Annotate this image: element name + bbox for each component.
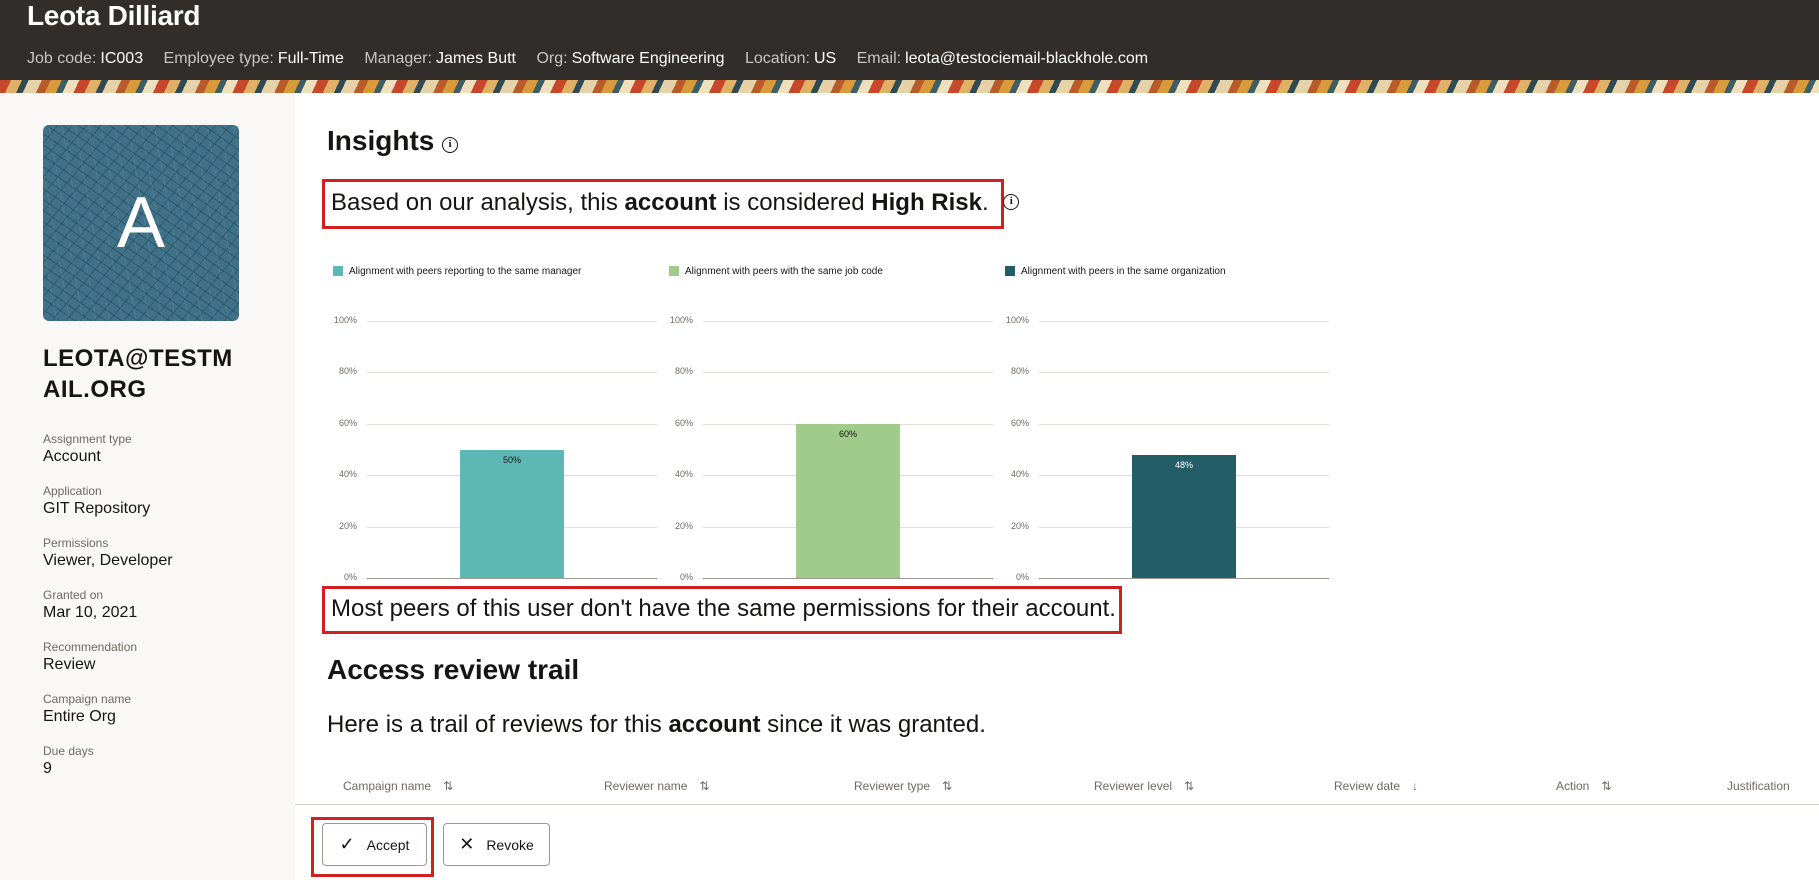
insights-heading: Insights i — [327, 125, 458, 157]
y-tick-label: 100% — [669, 315, 693, 325]
y-tick-label: 40% — [1010, 469, 1029, 480]
x-axis-line — [703, 578, 993, 579]
gridline — [367, 372, 657, 374]
avatar: A — [43, 125, 239, 321]
access-review-trail-heading: Access review trail — [327, 654, 580, 685]
y-tick-label: 60% — [1010, 417, 1029, 428]
chart-bar[interactable] — [1132, 454, 1236, 578]
trail-description: Here is a trail of reviews for this acco… — [327, 711, 986, 738]
column-reviewer-type[interactable]: Reviewer type ⇅ — [854, 779, 952, 793]
gridline — [367, 423, 657, 425]
y-tick-label: 80% — [338, 366, 357, 377]
gridline — [703, 321, 993, 322]
gridline — [1039, 423, 1329, 425]
review-trail-table-header: Campaign name ⇅ Reviewer name ⇅ Reviewer t… — [295, 771, 1819, 805]
column-reviewer-name[interactable]: Reviewer name ⇅ — [604, 779, 709, 793]
page-header: Leota Dilliard Job code: IC003 Employee t… — [0, 0, 1819, 80]
column-reviewer-level[interactable]: Reviewer level ⇅ — [1094, 779, 1194, 793]
sort-icon[interactable]: ⇅ — [699, 779, 709, 793]
column-campaign-name[interactable]: Campaign name ⇅ — [343, 779, 453, 793]
detail-permissions: Permissions Viewer, Developer — [43, 536, 173, 569]
detail-granted-on: Granted on Mar 10, 2021 — [43, 588, 138, 621]
detail-application: Application GIT Repository — [43, 484, 151, 517]
bar-value-label: 60% — [838, 428, 857, 439]
column-review-date[interactable]: Review date ↓ — [1334, 779, 1418, 793]
chart-bar[interactable] — [796, 423, 900, 578]
y-tick-label: 60% — [338, 417, 357, 428]
account-id: LEOTA@TESTMAIL.ORG — [43, 345, 233, 403]
gridline — [1039, 321, 1329, 322]
avatar-letter: A — [116, 183, 166, 263]
y-tick-label: 80% — [1010, 366, 1029, 377]
chart-legend: Alignment with peers in the same organiz… — [1005, 266, 1226, 277]
y-tick-label: 100% — [333, 315, 357, 325]
risk-info-icon[interactable]: i — [1003, 193, 1020, 210]
detail-recommendation: Recommendation Review — [43, 640, 138, 673]
meta-org: Org: Software Engineering — [536, 50, 725, 67]
info-icon[interactable]: i — [442, 137, 458, 153]
detail-campaign-name: Campaign name Entire Org — [43, 692, 132, 725]
x-axis-line — [367, 578, 657, 579]
check-icon: ✓ — [339, 834, 355, 854]
employee-meta: Job code: IC003 Employee type: Full-Time M… — [27, 50, 1164, 68]
detail-assignment-type: Assignment type Account — [43, 432, 132, 465]
meta-manager: Manager: James Butt — [364, 50, 516, 67]
y-tick-label: 20% — [1010, 520, 1029, 531]
revoke-button[interactable]: ✕ Revoke — [443, 823, 550, 866]
bar-value-label: 48% — [1174, 459, 1193, 470]
y-tick-label: 20% — [338, 520, 357, 531]
legend-swatch — [669, 266, 679, 277]
main-content: Insights i Based on our analysis, this a… — [295, 93, 1819, 880]
y-tick-label: 100% — [1005, 315, 1029, 325]
decorative-banner — [0, 80, 1819, 93]
sort-icon[interactable]: ⇅ — [942, 779, 952, 793]
legend-label: Alignment with peers in the same organiz… — [1021, 266, 1226, 277]
meta-employee-type: Employee type: Full-Time — [163, 50, 344, 67]
column-action[interactable]: Action ⇅ — [1556, 779, 1611, 793]
y-tick-label: 20% — [674, 520, 693, 531]
chart-legend: Alignment with peers reporting to the sa… — [333, 266, 581, 277]
details-sidebar: A LEOTA@TESTMAIL.ORG Assignment type Acco… — [0, 93, 295, 880]
sort-descending-icon[interactable]: ↓ — [1412, 779, 1418, 793]
meta-job-code: Job code: IC003 — [27, 50, 144, 67]
detail-due-days: Due days 9 — [43, 744, 94, 777]
action-footer: ✓ Accept ✕ Revoke — [295, 805, 1819, 880]
legend-label: Alignment with peers with the same job c… — [685, 266, 883, 277]
peer-summary: Most peers of this user don't have the s… — [322, 586, 1122, 634]
y-tick-label: 80% — [674, 366, 693, 377]
legend-swatch — [1005, 266, 1015, 277]
chart-bar[interactable] — [460, 449, 564, 578]
legend-swatch — [333, 266, 343, 277]
y-tick-label: 0% — [679, 572, 693, 582]
y-tick-label: 40% — [674, 469, 693, 480]
meta-email: Email: leota@testociemail-blackhole.com — [856, 50, 1149, 67]
sort-icon[interactable]: ⇅ — [1601, 779, 1611, 793]
close-icon: ✕ — [459, 834, 475, 854]
accept-button[interactable]: ✓ Accept — [322, 823, 427, 866]
bar-value-label: 50% — [502, 454, 521, 465]
gridline — [703, 372, 993, 374]
chart-legend: Alignment with peers with the same job c… — [669, 266, 883, 277]
sort-icon[interactable]: ⇅ — [443, 779, 453, 793]
x-axis-line — [1039, 578, 1329, 579]
risk-level: High Risk — [871, 189, 982, 216]
meta-location: Location: US — [745, 50, 837, 67]
column-justification[interactable]: Justification — [1727, 779, 1790, 793]
y-tick-label: 0% — [1015, 572, 1029, 582]
gridline — [1039, 372, 1329, 374]
risk-summary: Based on our analysis, this account is c… — [322, 179, 1020, 229]
legend-label: Alignment with peers reporting to the sa… — [349, 266, 582, 277]
gridline — [367, 321, 657, 322]
y-tick-label: 40% — [338, 469, 357, 480]
employee-name: Leota Dilliard — [27, 0, 201, 31]
sort-icon[interactable]: ⇅ — [1184, 779, 1194, 793]
y-tick-label: 0% — [343, 572, 357, 582]
y-tick-label: 60% — [674, 417, 693, 428]
